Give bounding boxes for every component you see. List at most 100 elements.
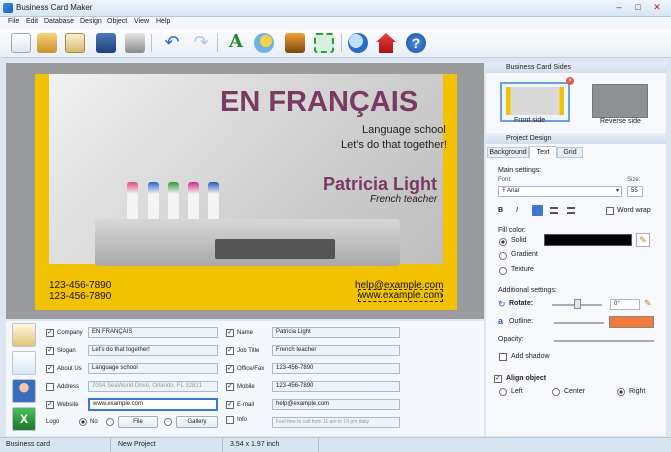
info-checkbox[interactable] [226,416,234,424]
menu-view[interactable]: View [134,18,149,25]
help-icon[interactable]: ? [406,33,426,53]
address-input[interactable]: 7004 SeaWorld Drive, Orlando, FL 32821 [88,381,218,392]
website-input[interactable]: www.example.com [88,398,218,411]
logo-gallery-radio[interactable] [164,418,172,426]
align-left-icon[interactable] [532,205,543,216]
logo-label: Logo [46,419,60,425]
minimize-button[interactable]: – [612,2,626,14]
email-input[interactable]: help@example.com [272,399,400,410]
text-icon[interactable]: A [226,33,246,53]
align-right-icon[interactable] [567,207,575,214]
shapes-icon[interactable] [254,33,274,53]
business-card-preview[interactable]: EN FRANÇAIS Language school Let's do tha… [35,74,457,310]
front-side-thumb[interactable] [500,82,570,122]
italic-icon[interactable]: I [516,207,518,214]
card-company[interactable]: EN FRANÇAIS [220,86,418,119]
menu-file[interactable]: File [8,18,19,25]
name-input[interactable]: Patricia Light [272,327,400,338]
about-checkbox[interactable]: ✓ [46,365,54,373]
tab-background[interactable]: Background [487,147,529,158]
crop-icon[interactable] [314,33,334,53]
outline-slider[interactable] [554,322,604,324]
slogan-input[interactable]: Let's do that together! [88,345,218,356]
mobile-input[interactable]: 123-456-7890 [272,381,400,392]
address-checkbox[interactable] [46,383,54,391]
eyedropper-small-icon[interactable]: ✎ [644,298,652,309]
company-input[interactable]: EN FRANÇAIS [88,327,218,338]
excel-icon[interactable]: X [12,407,36,431]
font-select[interactable]: Ŧ Arial ▾ [498,186,622,197]
outline-color-swatch[interactable] [609,316,654,328]
undo-icon[interactable]: ↶ [162,33,182,53]
card-name[interactable]: Patricia Light [323,174,437,195]
open-icon[interactable] [37,33,57,53]
website-checkbox[interactable]: ✓ [46,401,54,409]
rotate-slider-thumb[interactable] [574,299,581,309]
about-input[interactable]: Language school [88,363,218,374]
card-yellow-border-left [35,74,49,310]
email-checkbox[interactable]: ✓ [226,401,234,409]
job-title-checkbox[interactable]: ✓ [226,347,234,355]
texture-radio[interactable] [499,267,507,275]
menu-design[interactable]: Design [80,18,102,25]
name-checkbox[interactable]: ✓ [226,329,234,337]
reverse-side-thumb[interactable] [592,84,648,118]
edit-document-icon[interactable] [12,351,36,375]
card-phone-office[interactable]: 123-456-7890 [49,280,111,291]
office-checkbox[interactable]: ✓ [226,365,234,373]
logo-no-radio[interactable] [79,418,87,426]
eyedropper-icon[interactable]: ✎ [636,233,650,247]
menu-database[interactable]: Database [44,18,74,25]
menu-help[interactable]: Help [156,18,170,25]
bold-icon[interactable]: B [498,207,503,214]
chevron-down-icon: ▾ [615,188,619,194]
remove-icon[interactable]: × [566,77,574,85]
job-title-input[interactable]: French teacher [272,345,400,356]
fill-color-swatch[interactable] [544,234,632,246]
edit-note-icon[interactable] [12,323,36,347]
new-icon[interactable] [11,33,31,53]
mobile-checkbox[interactable]: ✓ [226,383,234,391]
align-center-icon[interactable] [550,207,558,214]
size-input[interactable]: 55 [627,186,643,197]
rotate-input[interactable]: 0° [610,299,640,310]
maximize-button[interactable]: □ [631,2,645,14]
card-phone-mobile[interactable]: 123-456-7890 [49,291,111,302]
solid-radio[interactable] [499,238,507,246]
align-right-radio[interactable] [617,388,625,396]
gallery-button[interactable]: Gallery [176,416,218,428]
clipboard-icon[interactable] [65,33,85,53]
file-button[interactable]: File [118,416,158,428]
card-about[interactable]: Language school [362,124,446,136]
align-object-checkbox[interactable]: ✓ [494,375,502,383]
menu-object[interactable]: Object [107,18,127,25]
print-icon[interactable] [125,33,145,53]
logo-file-radio[interactable] [106,418,114,426]
align-left-radio[interactable] [499,388,507,396]
card-website-selected[interactable]: www.example.com [357,289,444,302]
menu-edit[interactable]: Edit [26,18,38,25]
word-wrap-checkbox[interactable] [606,207,614,215]
email-label: E-mail [237,402,255,408]
align-center-radio[interactable] [552,388,560,396]
opacity-slider[interactable] [554,340,654,342]
company-checkbox[interactable]: ✓ [46,329,54,337]
zoom-icon[interactable] [348,33,368,53]
close-button[interactable]: ✕ [650,2,664,14]
additional-settings-label: Additional settings: [498,287,557,294]
status-divider [222,438,223,452]
info-input[interactable]: Feel free to call from 11 am to 19 pm da… [272,417,400,428]
card-slogan[interactable]: Let's do that together! [341,139,447,151]
tab-text[interactable]: Text [529,146,557,158]
redo-icon[interactable]: ↷ [191,33,211,53]
save-icon[interactable] [96,33,116,53]
image-icon[interactable] [285,33,305,53]
card-job-title[interactable]: French teacher [370,194,437,205]
contact-icon[interactable] [12,379,36,403]
add-shadow-checkbox[interactable] [499,353,507,361]
tab-grid[interactable]: Grid [557,147,583,158]
home-icon[interactable] [376,33,396,53]
gradient-radio[interactable] [499,252,507,260]
office-input[interactable]: 123-456-7890 [272,363,400,374]
slogan-checkbox[interactable]: ✓ [46,347,54,355]
